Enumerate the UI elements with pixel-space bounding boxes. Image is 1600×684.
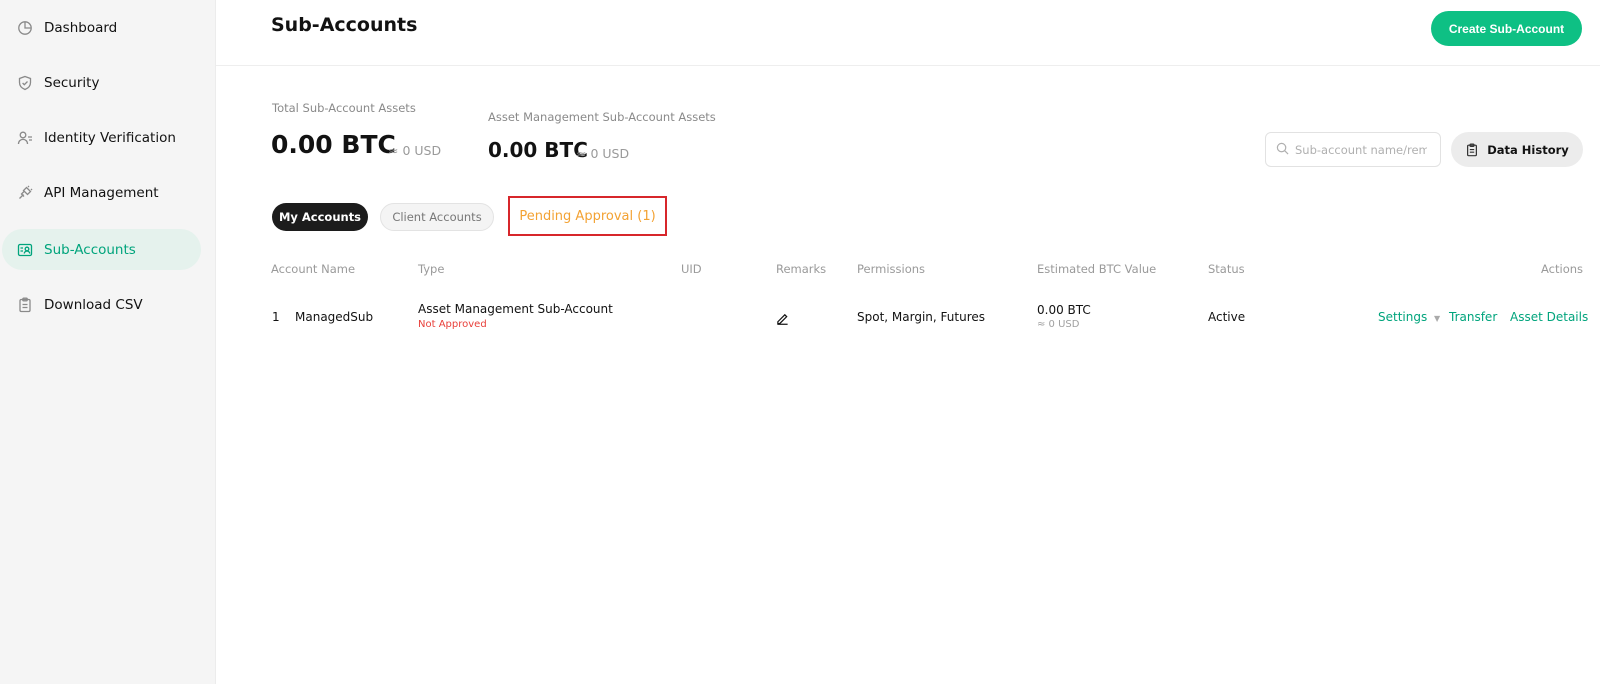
sidebar-item-label: Dashboard: [44, 19, 118, 36]
search-box[interactable]: [1265, 132, 1441, 167]
column-header-actions: Actions: [1541, 262, 1584, 276]
column-header-permissions: Permissions: [857, 262, 926, 276]
sidebar: Dashboard Security Identity Verification…: [0, 0, 216, 684]
approval-status-badge: Not Approved: [418, 319, 487, 330]
asset-management-assets-usd: ≈ 0 USD: [576, 146, 630, 161]
clipboard-icon: [1465, 142, 1479, 157]
column-header-remarks: Remarks: [776, 262, 827, 276]
shield-icon: [16, 74, 34, 92]
asset-details-link[interactable]: Asset Details: [1510, 310, 1588, 324]
tab-my-accounts[interactable]: My Accounts: [272, 203, 368, 231]
total-assets-usd: ≈ 0 USD: [388, 143, 442, 158]
column-header-btc-value: Estimated BTC Value: [1037, 262, 1157, 276]
sub-accounts-icon: [16, 241, 34, 259]
column-header-status: Status: [1208, 262, 1245, 276]
api-plug-icon: [16, 184, 34, 202]
sidebar-item-dashboard[interactable]: Dashboard: [2, 7, 201, 48]
create-sub-account-button[interactable]: Create Sub-Account: [1431, 11, 1582, 46]
tab-client-accounts[interactable]: Client Accounts: [380, 203, 494, 231]
sidebar-item-label: Security: [44, 74, 100, 91]
total-assets-value: 0.00 BTC: [271, 130, 396, 159]
pie-chart-icon: [16, 19, 34, 37]
data-history-button[interactable]: Data History: [1451, 132, 1583, 167]
column-header-type: Type: [418, 262, 445, 276]
column-header-account-name: Account Name: [271, 262, 356, 276]
account-status: Active: [1208, 310, 1246, 324]
total-assets-label: Total Sub-Account Assets: [272, 101, 416, 115]
search-icon: [1276, 140, 1289, 159]
asset-management-assets-label: Asset Management Sub-Account Assets: [488, 110, 716, 124]
account-type: Asset Management Sub-Account: [418, 302, 613, 316]
search-input[interactable]: [1295, 142, 1427, 157]
transfer-link[interactable]: Transfer: [1449, 310, 1497, 324]
page-header: Sub-Accounts Create Sub-Account: [216, 0, 1600, 66]
sidebar-item-label: Identity Verification: [44, 129, 176, 146]
data-history-label: Data History: [1487, 142, 1569, 157]
user-id-icon: [16, 129, 34, 147]
sidebar-item-label: Download CSV: [44, 296, 143, 313]
sidebar-item-download-csv[interactable]: Download CSV: [2, 284, 201, 325]
chevron-down-icon: ▼: [1434, 314, 1441, 323]
sidebar-item-api-management[interactable]: API Management: [2, 172, 201, 213]
row-index: 1: [272, 310, 280, 324]
page-title: Sub-Accounts: [271, 14, 418, 36]
tab-pending-approval[interactable]: Pending Approval (1): [508, 196, 667, 236]
sidebar-item-sub-accounts[interactable]: Sub-Accounts: [2, 229, 201, 270]
settings-dropdown[interactable]: Settings ▼: [1378, 310, 1440, 324]
estimated-usd-value: ≈ 0 USD: [1037, 319, 1080, 330]
edit-pencil-icon[interactable]: [776, 310, 789, 329]
estimated-btc-value: 0.00 BTC: [1037, 303, 1091, 317]
clipboard-icon: [16, 296, 34, 314]
account-permissions: Spot, Margin, Futures: [857, 310, 985, 324]
column-header-uid: UID: [681, 262, 702, 276]
sidebar-item-label: Sub-Accounts: [44, 241, 136, 258]
sidebar-item-label: API Management: [44, 184, 159, 201]
settings-label: Settings: [1378, 310, 1428, 324]
sidebar-item-identity-verification[interactable]: Identity Verification: [2, 117, 201, 158]
asset-management-assets-value: 0.00 BTC: [488, 138, 588, 162]
sidebar-item-security[interactable]: Security: [2, 62, 201, 103]
account-name: ManagedSub: [295, 310, 374, 324]
